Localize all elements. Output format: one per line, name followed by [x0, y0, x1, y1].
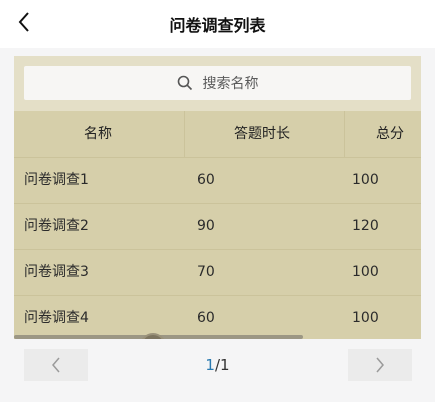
- table-header-row: 名称 答题时长 总分: [14, 111, 421, 158]
- search-bar: 搜索名称: [14, 56, 421, 111]
- current-page: 1: [205, 356, 215, 374]
- row-score: 100: [352, 310, 379, 326]
- column-header-duration: 答题时长: [234, 126, 290, 142]
- page-title: 问卷调查列表: [169, 16, 266, 35]
- column-header-name: 名称: [84, 126, 112, 142]
- next-page-button[interactable]: [348, 349, 412, 381]
- top-nav-bar: 问卷调查列表: [0, 0, 435, 48]
- column-header-score: 总分: [376, 126, 404, 142]
- table-row[interactable]: 问卷调查3 70 100: [14, 249, 421, 296]
- row-score: 100: [352, 264, 379, 280]
- row-duration: 90: [197, 218, 215, 234]
- row-name: 问卷调查2: [24, 218, 89, 234]
- row-name: 问卷调查1: [24, 172, 89, 188]
- row-duration: 70: [197, 264, 215, 280]
- row-name: 问卷调查4: [24, 310, 89, 326]
- search-placeholder: 搜索名称: [202, 76, 259, 92]
- row-duration: 60: [197, 310, 215, 326]
- survey-list-panel: 搜索名称 名称 答题时长 总分 问卷调查1 60 100 问卷调查2 90 12…: [14, 56, 421, 339]
- total-pages: 1: [220, 356, 230, 374]
- row-score: 100: [352, 172, 379, 188]
- row-score: 120: [352, 218, 379, 234]
- row-duration: 60: [197, 172, 215, 188]
- table-row[interactable]: 问卷调查2 90 120: [14, 203, 421, 250]
- table-row[interactable]: 问卷调查1 60 100: [14, 157, 421, 204]
- table-row[interactable]: 问卷调查4 60 100: [14, 295, 421, 339]
- pagination: 1/1: [0, 339, 435, 402]
- survey-table[interactable]: 名称 答题时长 总分 问卷调查1 60 100 问卷调查2 90 120 问卷调…: [14, 111, 421, 339]
- search-input[interactable]: 搜索名称: [24, 66, 411, 100]
- search-icon: [177, 75, 192, 91]
- row-name: 问卷调查3: [24, 264, 89, 280]
- chevron-right-icon: [376, 357, 384, 373]
